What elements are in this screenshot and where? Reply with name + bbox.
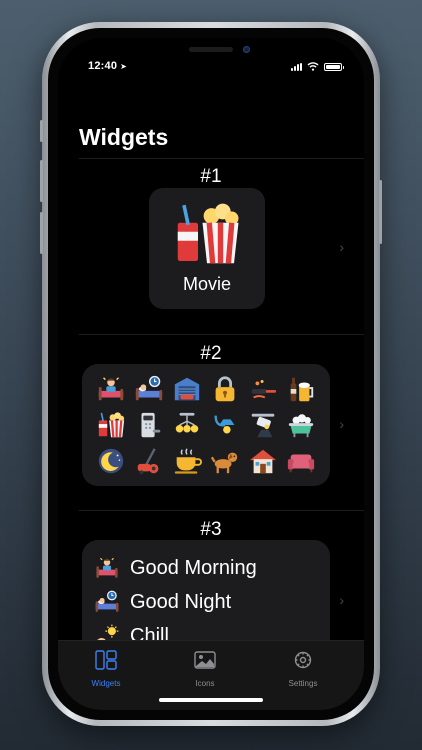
coffee-cup-icon[interactable] [172, 446, 202, 476]
location-arrow-icon: ➤ [120, 62, 128, 71]
movie-widget-card[interactable]: Movie [149, 188, 265, 309]
list-item[interactable]: Good Night [94, 585, 318, 619]
stove-pan-icon[interactable] [248, 374, 278, 404]
sleeping-bed-icon [94, 589, 120, 615]
vacuum-cleaner-icon[interactable] [134, 446, 164, 476]
divider [79, 158, 364, 159]
garage-icon[interactable] [172, 374, 202, 404]
home-indicator[interactable] [159, 698, 263, 702]
ceiling-lights-icon[interactable] [172, 410, 202, 440]
tab-settings[interactable]: Settings [263, 650, 343, 691]
tab-label: Widgets [91, 679, 121, 688]
section-number-1: #1 [200, 166, 222, 187]
power-button [379, 180, 382, 244]
volume-down-button [40, 212, 43, 254]
list-item-label: Good Night [130, 590, 232, 613]
silent-switch [40, 120, 43, 142]
movie-popcorn-icon [171, 198, 243, 270]
wifi-icon [307, 62, 319, 71]
status-bar: 12:40 ➤ [58, 60, 364, 78]
house-icon[interactable] [248, 446, 278, 476]
beer-bottle-icon[interactable] [286, 374, 316, 404]
dog-icon[interactable] [210, 446, 240, 476]
tab-label: Icons [195, 679, 215, 688]
tab-label: Settings [288, 679, 318, 688]
volume-up-button [40, 160, 43, 202]
list-item-label: Good Morning [130, 556, 257, 579]
movie-widget-label: Movie [182, 274, 231, 294]
chevron-right-icon[interactable]: › [339, 239, 344, 255]
chevron-right-icon[interactable]: › [339, 416, 344, 432]
phone-screen: 12:40 ➤ Widgets #1 Movie › #2 › #3 Good … [58, 38, 364, 710]
phone-frame: 12:40 ➤ Widgets #1 Movie › #2 › #3 Good … [42, 22, 380, 726]
phone-bezel: 12:40 ➤ Widgets #1 Movie › #2 › #3 Good … [48, 28, 374, 720]
chevron-right-icon[interactable]: › [339, 592, 344, 608]
wake-up-bed-icon[interactable] [96, 374, 126, 404]
padlock-icon[interactable] [210, 374, 240, 404]
front-camera [243, 46, 250, 53]
ceiling-lamp-icon[interactable] [210, 410, 240, 440]
sleeping-bed-icon[interactable] [134, 374, 164, 404]
battery-icon [324, 62, 344, 71]
section-number-2: #2 [200, 343, 222, 364]
bathtub-icon[interactable] [286, 410, 316, 440]
door-lock-icon[interactable] [134, 410, 164, 440]
tab-icons[interactable]: Icons [165, 650, 245, 691]
page-title: Widgets [79, 124, 169, 150]
spotlight-icon[interactable] [248, 410, 278, 440]
wake-up-bed-icon [94, 555, 120, 581]
movie-popcorn-icon[interactable] [96, 410, 126, 440]
image-icon [194, 651, 216, 669]
status-icons [291, 62, 344, 71]
moon-night-icon[interactable] [96, 446, 126, 476]
section-number-3: #3 [200, 519, 222, 540]
list-item[interactable]: Good Morning [94, 551, 318, 585]
scenes-grid-widget-card[interactable] [82, 364, 330, 486]
tab-widgets[interactable]: Widgets [66, 650, 146, 691]
divider [79, 510, 364, 511]
sofa-icon[interactable] [286, 446, 316, 476]
cellular-signal-icon [291, 62, 302, 71]
status-time: 12:40 ➤ [88, 60, 127, 72]
gear-icon [294, 651, 312, 669]
tab-bar: Widgets Icons Settings [58, 640, 364, 710]
divider [79, 334, 364, 335]
widgets-icon [95, 650, 117, 670]
status-time-text: 12:40 [88, 60, 118, 72]
earpiece-speaker [189, 47, 233, 52]
